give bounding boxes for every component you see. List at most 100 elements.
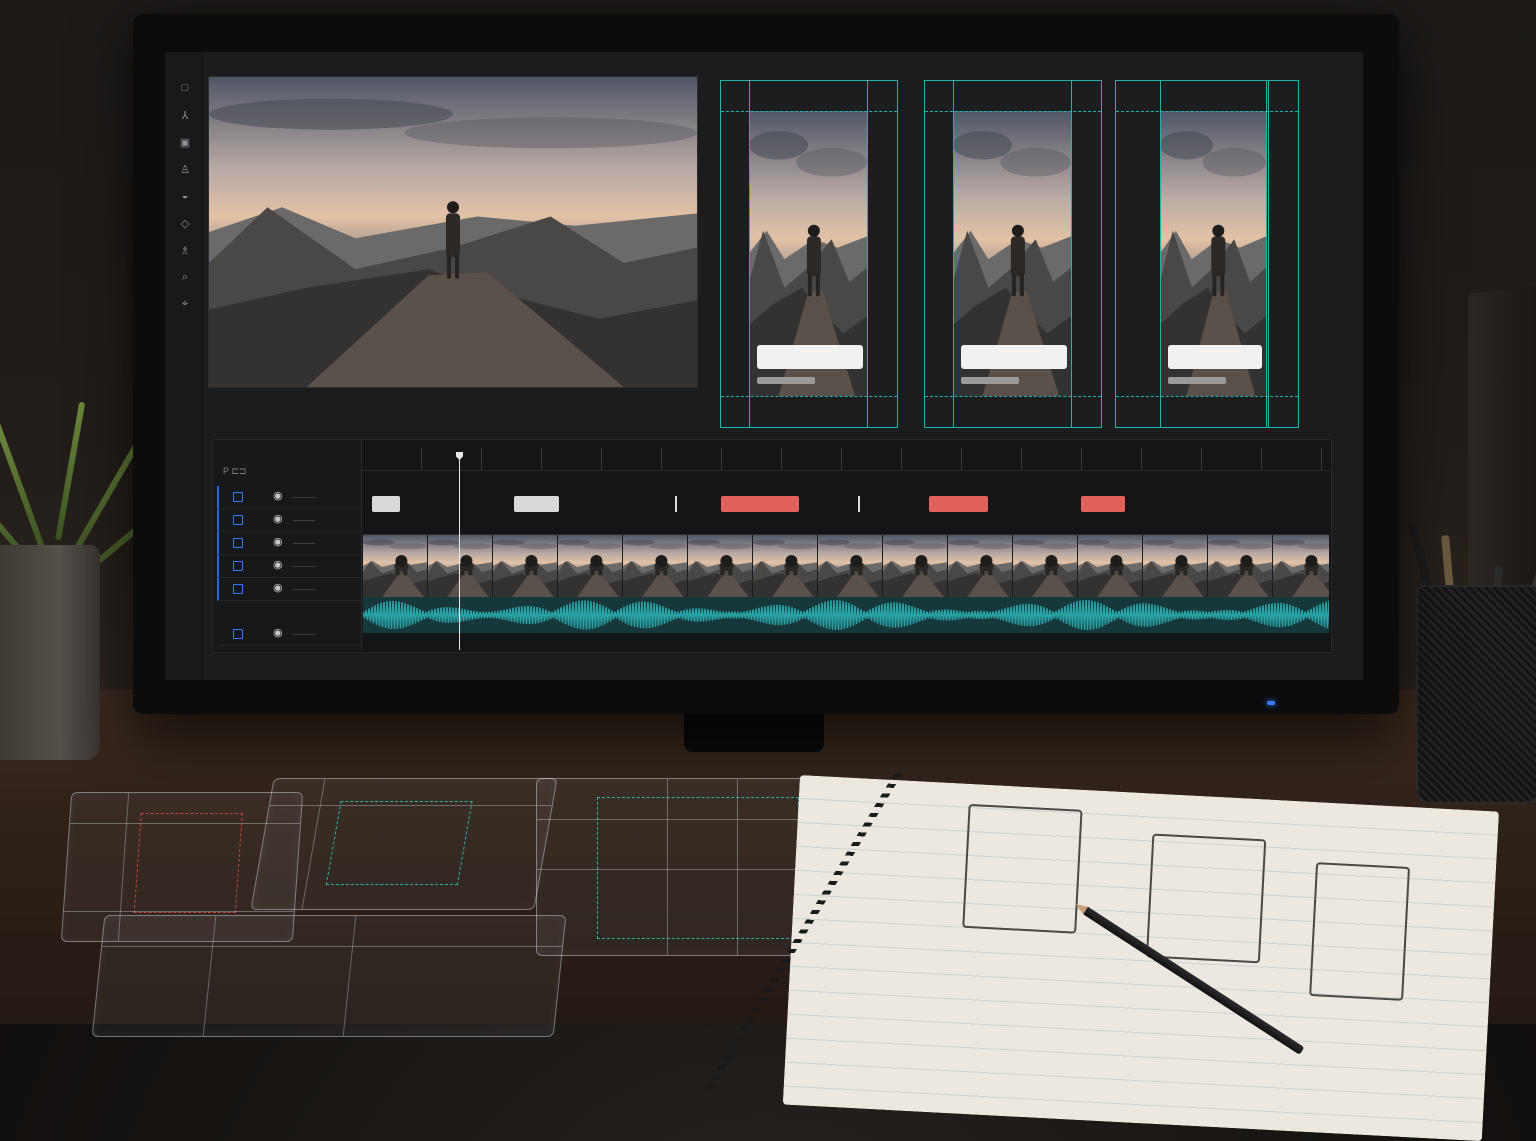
track-row[interactable]: ◉ [217, 578, 363, 601]
wireframe-sketch [1145, 833, 1267, 964]
filmstrip-thumbnail [688, 535, 753, 597]
safe-area-guide [721, 396, 897, 397]
cut-marker[interactable] [675, 496, 677, 512]
select-tool-icon[interactable]: □ [177, 80, 193, 96]
time-ruler[interactable] [362, 448, 1330, 471]
title-placeholder[interactable] [961, 345, 1067, 369]
filmstrip-thumbnail [818, 535, 883, 597]
filmstrip-thumbnail [948, 535, 1013, 597]
highlight-clip[interactable] [1081, 496, 1125, 512]
landscape-illustration [818, 535, 882, 597]
track-volume-line [293, 520, 315, 521]
track-lock-icon[interactable] [233, 515, 243, 525]
filmstrip-thumbnail [753, 535, 818, 597]
eye-icon[interactable]: ◉ [273, 514, 283, 525]
safe-area-guide [1116, 111, 1298, 112]
safe-area-guide [1116, 396, 1298, 397]
track-row[interactable]: ◉ [217, 623, 363, 646]
eye-icon[interactable]: ◉ [273, 560, 283, 571]
track-headers: P ⊏⊐ ◉ ◉ ◉ ◉ ◉ ◉ [213, 440, 363, 650]
audio-waveform [362, 599, 1332, 631]
subtitle-placeholder[interactable] [1168, 377, 1226, 384]
filmstrip-thumbnail [1273, 535, 1329, 597]
landscape-illustration [1208, 535, 1272, 597]
fill-tool-icon[interactable]: ◒ [177, 188, 193, 204]
sketch-notebook [701, 773, 1500, 1141]
safe-area-guide [925, 396, 1101, 397]
playhead[interactable] [456, 452, 463, 650]
landscape-illustration [688, 535, 752, 597]
highlight-clip[interactable] [929, 496, 988, 512]
shape-tool-icon[interactable]: ◇ [177, 215, 193, 231]
desk-scene: □ ⅄ ▣ ♙ ◒ ◇ ♗ ⌕ ⌖ P ⊏⊐ ◉ ◉ ◉ ◉ ◉ ◉ [0, 0, 1536, 1141]
wireframe-sketch [1309, 862, 1411, 1001]
track-volume-line [293, 497, 315, 498]
landscape-illustration [753, 535, 817, 597]
editor-screen: □ ⅄ ▣ ♙ ◒ ◇ ♗ ⌕ ⌖ P ⊏⊐ ◉ ◉ ◉ ◉ ◉ ◉ [165, 52, 1363, 680]
safe-area-guide [1266, 81, 1267, 427]
track-row[interactable]: ◉ [217, 555, 363, 578]
zoom-tool-icon[interactable]: ⌕ [177, 269, 193, 285]
filmstrip-thumbnail [1143, 535, 1208, 597]
landscape-illustration [1078, 535, 1142, 597]
title-placeholder[interactable] [757, 345, 863, 369]
text-clip[interactable] [372, 496, 400, 512]
safe-area-guide [1268, 81, 1269, 427]
audio-waveform-track[interactable] [362, 597, 1332, 633]
hand-tool-icon[interactable]: ⌖ [177, 296, 193, 312]
filmstrip-thumbnail [1078, 535, 1143, 597]
eye-icon[interactable]: ◉ [273, 628, 283, 639]
safe-area-guide [953, 81, 954, 427]
track-volume-line [293, 543, 315, 544]
text-clip[interactable] [514, 496, 559, 512]
stamp-tool-icon[interactable]: ♙ [177, 161, 193, 177]
wireframe-sketch [962, 803, 1083, 934]
landscape-illustration [558, 535, 622, 597]
landscape-illustration [1273, 535, 1329, 597]
image-tool-icon[interactable]: ▣ [177, 134, 193, 150]
eye-icon[interactable]: ◉ [273, 583, 283, 594]
vertical-crop-variant-2[interactable] [924, 80, 1102, 428]
subtitle-placeholder[interactable] [757, 377, 815, 384]
vertical-crop-variant-3[interactable] [1115, 80, 1299, 428]
landscape-illustration [428, 535, 492, 597]
filmstrip-thumbnail [558, 535, 623, 597]
subtitle-placeholder[interactable] [961, 377, 1019, 384]
power-led [1267, 701, 1275, 705]
video-track-filmstrip[interactable] [363, 534, 1329, 597]
filmstrip-thumbnail [883, 535, 948, 597]
landscape-illustration [623, 535, 687, 597]
safe-area-guide [925, 111, 1101, 112]
track-row[interactable]: ◉ [217, 532, 363, 555]
highlight-clip[interactable] [721, 496, 799, 512]
landscape-illustration [493, 535, 557, 597]
filmstrip-thumbnail [363, 535, 428, 597]
track-lock-icon[interactable] [233, 629, 243, 639]
track-lock-icon[interactable] [233, 538, 243, 548]
main-video-preview[interactable] [208, 76, 698, 388]
pen-tool-icon[interactable]: ⅄ [177, 107, 193, 123]
landscape-illustration [209, 77, 697, 387]
track-row[interactable]: ◉ [217, 509, 363, 532]
person-tool-icon[interactable]: ♗ [177, 242, 193, 258]
eye-icon[interactable]: ◉ [273, 491, 283, 502]
landscape-illustration [1143, 535, 1207, 597]
vertical-crop-variant-1[interactable] [720, 80, 898, 428]
plant-pot [0, 545, 100, 760]
eye-icon[interactable]: ◉ [273, 537, 283, 548]
acrylic-template [91, 915, 567, 1037]
safe-area-guide [721, 111, 897, 112]
track-lock-icon[interactable] [233, 561, 243, 571]
track-row[interactable]: ◉ [217, 486, 363, 509]
track-lock-icon[interactable] [233, 492, 243, 502]
timeline-panel[interactable]: P ⊏⊐ ◉ ◉ ◉ ◉ ◉ ◉ [212, 439, 1332, 653]
acrylic-template [250, 778, 558, 910]
mesh-pen-cup [1416, 585, 1536, 804]
landscape-illustration [948, 535, 1012, 597]
filmstrip-thumbnail [1013, 535, 1078, 597]
track-volume-line [293, 589, 315, 590]
track-lock-icon[interactable] [233, 584, 243, 594]
cut-marker[interactable] [858, 496, 860, 512]
landscape-illustration [1013, 535, 1077, 597]
title-placeholder[interactable] [1168, 345, 1262, 369]
